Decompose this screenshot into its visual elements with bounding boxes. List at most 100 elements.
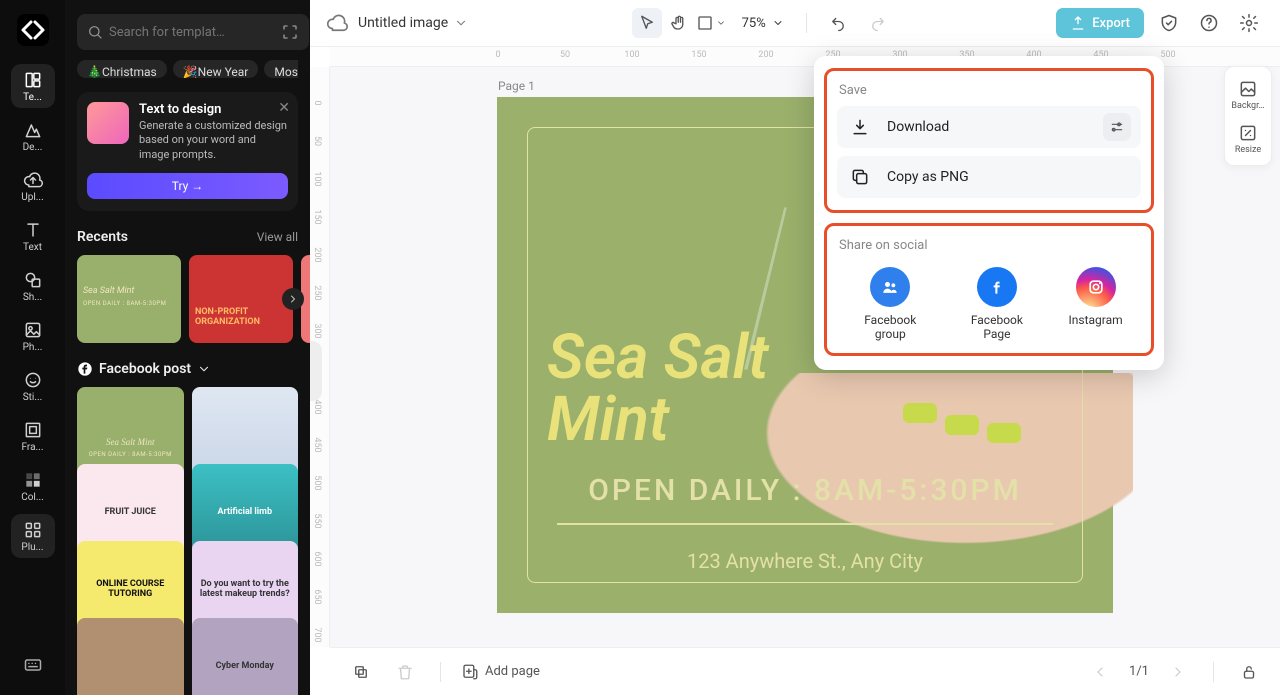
rail-stickers[interactable]: Sti... xyxy=(11,364,55,408)
instagram-icon xyxy=(1086,277,1106,297)
recent-thumb-sea-salt-mint[interactable]: Sea Salt MintOPEN DAILY : 8AM-5:30PM xyxy=(77,255,181,343)
rail-upload[interactable]: Upl... xyxy=(11,164,55,208)
shield-button[interactable] xyxy=(1154,8,1184,38)
page-label: Page 1 xyxy=(498,79,535,93)
rail-photos[interactable]: Ph... xyxy=(11,314,55,358)
upload-icon xyxy=(23,170,43,190)
crop-icon xyxy=(696,14,714,32)
page-indicator: 1/1 xyxy=(1129,664,1149,679)
gear-icon xyxy=(1239,13,1259,33)
prev-page-button xyxy=(1085,657,1115,687)
share-facebook-page[interactable]: Facebook Page xyxy=(962,267,1032,341)
photos-icon xyxy=(23,320,43,340)
text-icon xyxy=(23,220,43,240)
delete-page-button xyxy=(390,657,420,687)
close-icon[interactable]: ✕ xyxy=(278,100,290,116)
t2d-thumb xyxy=(87,102,129,144)
download-option[interactable]: Download xyxy=(837,106,1141,148)
bottom-bar: Add page 1/1 xyxy=(330,647,1280,695)
zoom-control[interactable]: 75% xyxy=(736,16,790,31)
poster-title: Sea SaltMint xyxy=(547,327,768,451)
chevron-right-icon xyxy=(1170,664,1186,680)
rail-text[interactable]: Text xyxy=(11,214,55,258)
chevron-right-icon xyxy=(287,293,299,305)
save-section-label: Save xyxy=(839,83,1139,98)
template-thumb-cyber-monday[interactable]: Cyber Monday xyxy=(192,618,299,695)
try-button[interactable]: Try → xyxy=(87,173,288,199)
background-button[interactable]: Backgr… xyxy=(1226,73,1270,115)
templates-icon xyxy=(23,70,43,90)
search-icon xyxy=(87,24,103,40)
copy-png-option[interactable]: Copy as PNG xyxy=(837,156,1141,198)
add-page-button[interactable]: Add page xyxy=(461,663,540,681)
layers-button[interactable] xyxy=(346,657,376,687)
app-logo[interactable] xyxy=(17,14,49,46)
design-icon xyxy=(23,120,43,140)
facebook-icon xyxy=(987,277,1007,297)
search-input[interactable] xyxy=(109,25,275,40)
lock-button[interactable] xyxy=(1234,657,1264,687)
settings-button[interactable] xyxy=(1234,8,1264,38)
document-title[interactable]: Untitled image xyxy=(358,15,468,31)
chip-0[interactable]: 🎄Christmas xyxy=(77,60,167,78)
recents-next-button[interactable] xyxy=(282,288,304,310)
panel-collapse-handle[interactable] xyxy=(310,341,322,401)
resize-button[interactable]: Resize xyxy=(1226,117,1270,159)
colors-icon xyxy=(23,470,43,490)
chip-2[interactable]: Most xyxy=(264,60,298,78)
share-instagram[interactable]: Instagram xyxy=(1069,267,1123,341)
template-search[interactable] xyxy=(77,14,309,50)
export-icon xyxy=(1070,15,1086,31)
hand-tool[interactable] xyxy=(664,8,694,38)
crop-tool[interactable] xyxy=(696,8,726,38)
collection-heading[interactable]: Facebook post xyxy=(77,361,298,377)
rail-colors[interactable]: Col... xyxy=(11,464,55,508)
resize-icon xyxy=(1238,123,1258,143)
recent-thumb-non-profit[interactable]: NON-PROFITORGANIZATION xyxy=(189,255,293,343)
export-share-section: Share on social Facebook group Facebook … xyxy=(824,223,1154,356)
facebook-icon xyxy=(77,361,93,377)
rail-design[interactable]: De... xyxy=(11,114,55,158)
share-facebook-group[interactable]: Facebook group xyxy=(855,267,925,341)
rail-shapes[interactable]: Sh... xyxy=(11,264,55,308)
undo-button[interactable] xyxy=(823,8,853,38)
help-icon xyxy=(1199,13,1219,33)
template-thumb-senior-manager[interactable] xyxy=(77,618,184,695)
redo-icon xyxy=(869,14,887,32)
chevron-down-icon xyxy=(772,17,784,29)
keyboard-shortcuts-button[interactable] xyxy=(17,649,49,681)
chevron-down-icon xyxy=(454,16,468,30)
recents-heading: Recents xyxy=(77,229,128,245)
templates-panel: 🎄Christmas🎉New YearMost ✕ Text to design… xyxy=(65,0,310,695)
chip-1[interactable]: 🎉New Year xyxy=(173,60,259,78)
chevron-down-icon xyxy=(197,362,211,376)
help-button[interactable] xyxy=(1194,8,1224,38)
export-button[interactable]: Export xyxy=(1056,8,1144,38)
recents-viewall[interactable]: View all xyxy=(257,230,298,244)
background-icon xyxy=(1238,79,1258,99)
chevron-left-icon xyxy=(1092,664,1108,680)
trash-icon xyxy=(396,663,414,681)
facebook-group-icon xyxy=(880,277,900,297)
download-icon xyxy=(850,117,870,137)
export-save-section: Save Download Copy as PNG xyxy=(824,68,1154,213)
rail-plugins[interactable]: Plu... xyxy=(11,514,55,558)
rail-templates[interactable]: Te... xyxy=(11,64,55,108)
top-bar: Untitled image 75% Export xyxy=(310,0,1280,47)
stickers-icon xyxy=(23,370,43,390)
undo-icon xyxy=(829,14,847,32)
add-page-icon xyxy=(461,663,479,681)
layers-icon xyxy=(352,663,370,681)
poster-subtitle: OPEN DAILY : 8AM-5:30PM xyxy=(547,473,1063,508)
copy-icon xyxy=(850,167,870,187)
cursor-tool[interactable] xyxy=(632,8,662,38)
cursor-icon xyxy=(638,14,656,32)
rail-frames[interactable]: Fra... xyxy=(11,414,55,458)
left-rail: Te... De... Upl... Text Sh... Ph... Sti... Fra.… xyxy=(0,0,65,695)
recents-row: Sea Salt MintOPEN DAILY : 8AM-5:30PM NON… xyxy=(77,255,298,343)
t2d-desc: Generate a customized design based on yo… xyxy=(139,119,288,164)
shield-icon xyxy=(1159,13,1179,33)
cloud-status-icon[interactable] xyxy=(326,12,348,34)
frame-scan-icon[interactable] xyxy=(281,23,299,41)
download-settings-button[interactable] xyxy=(1103,113,1131,141)
